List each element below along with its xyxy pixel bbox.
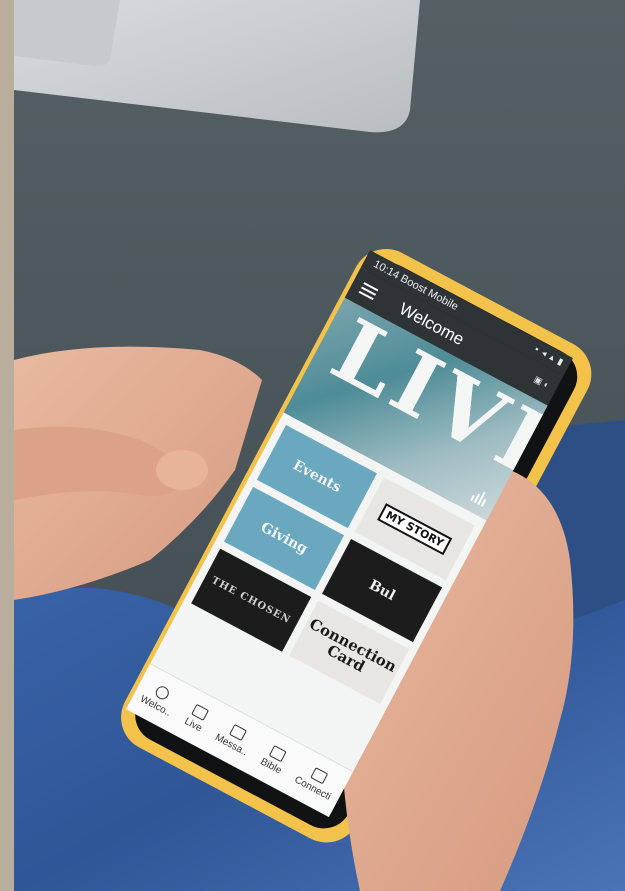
tab-messages[interactable]: Messa.. xyxy=(213,719,256,758)
hamburger-menu-icon[interactable] xyxy=(358,282,379,301)
photo-scene: 10:14 Boost Mobile ▪ ◂ ▴ ▮ Welcome ▣ ◐ L… xyxy=(0,0,625,891)
tile-the-chosen-label: THE CHOSEN xyxy=(209,574,293,626)
app-bar-actions-icon[interactable]: ▣ ◐ xyxy=(532,374,551,391)
live-audio-icon xyxy=(470,488,491,508)
tab-welcome[interactable]: Welco.. xyxy=(138,679,180,718)
tab-welcome-label: Welco.. xyxy=(138,693,173,719)
chat-bubble-icon xyxy=(153,683,172,702)
tab-live[interactable]: Live xyxy=(182,703,210,734)
tile-my-story-label: MY STORY xyxy=(377,502,453,555)
tile-giving-label: Giving xyxy=(257,519,311,558)
tab-bible[interactable]: Bible xyxy=(258,743,290,776)
tab-connect[interactable]: Connecti xyxy=(293,761,340,803)
tile-bulletin-label: Bul xyxy=(366,577,398,604)
tile-events-label: Events xyxy=(290,457,344,496)
